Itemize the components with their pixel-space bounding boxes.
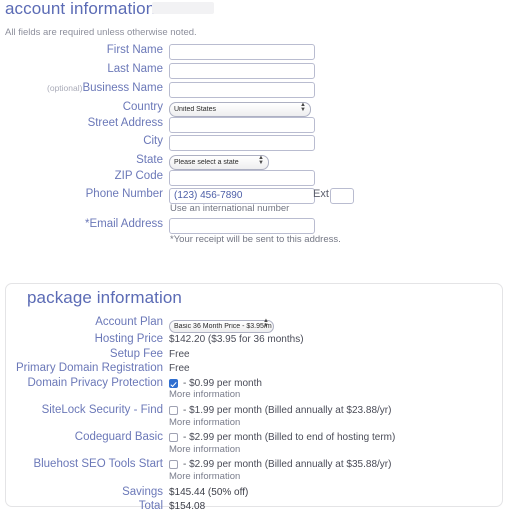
value-hosting-price: $142.20 ($3.95 for 36 months) (169, 334, 304, 345)
phone-international-hint[interactable]: Use an international number (170, 203, 289, 214)
package-row-sitelock-security: SiteLock Security - Find - $1.99 per mon… (0, 403, 512, 418)
field-row-city: City (0, 132, 512, 151)
field-wrap-city (169, 132, 315, 151)
field-wrap-email-address (169, 215, 315, 234)
package-row-savings: Savings $145.44 (50% off) (0, 485, 512, 500)
field-row-email-address: *Email Address (0, 215, 512, 234)
package-row-primary-domain-registration: Primary Domain Registration Free (0, 361, 512, 376)
value-primary-domain-registration: Free (169, 363, 190, 374)
optional-tag: (optional) (47, 83, 83, 93)
package-information-heading: package information (27, 288, 182, 307)
email-address-input[interactable] (169, 217, 315, 234)
label-sitelock-security: SiteLock Security - Find (41, 404, 163, 416)
zip-code-input[interactable] (169, 169, 315, 186)
heading-highlight-artifact (152, 2, 214, 14)
label-zip-code: ZIP Code (114, 170, 163, 182)
field-wrap-account-plan: Basic 36 Month Price - $3.95/mo. ▲ ▼ (169, 315, 274, 333)
label-primary-domain-registration: Primary Domain Registration (16, 362, 163, 374)
field-wrap-street-address (169, 114, 315, 133)
label-account-plan: Account Plan (95, 316, 163, 328)
bluehost-seo-tools-price: - $2.99 per month (Billed annually at $3… (183, 459, 392, 470)
more-information-link-sitelock[interactable]: More information (169, 417, 240, 428)
value-savings: $145.44 (50% off) (169, 487, 249, 498)
label-street-address: Street Address (87, 117, 163, 129)
more-information-link-codeguard[interactable]: More information (169, 444, 240, 455)
package-row-codeguard-basic: Codeguard Basic - $2.99 per month (Bille… (0, 430, 512, 445)
codeguard-basic-price: - $2.99 per month (Billed to end of host… (183, 432, 396, 443)
more-information-link-domain-privacy[interactable]: More information (169, 389, 240, 400)
email-receipt-hint: *Your receipt will be sent to this addre… (170, 234, 341, 245)
label-email-address: *Email Address (0, 215, 163, 233)
label-business-name: (optional)Business Name (0, 79, 163, 97)
label-hosting-price: Hosting Price (94, 333, 163, 345)
field-row-phone-number: Phone Number Ext (0, 185, 512, 204)
label-setup-fee: Setup Fee (109, 348, 163, 360)
package-row-account-plan: Account Plan Basic 36 Month Price - $3.9… (0, 315, 512, 333)
account-information-heading: account information (5, 0, 156, 18)
package-row-bluehost-seo-tools: Bluehost SEO Tools Start - $2.99 per mon… (0, 457, 512, 472)
sitelock-security-price: - $1.99 per month (Billed annually at $2… (183, 405, 392, 416)
label-savings: Savings (122, 486, 163, 498)
field-wrap-ext (330, 185, 354, 204)
label-last-name: Last Name (107, 63, 163, 75)
label-ext: Ext (313, 188, 329, 200)
last-name-input[interactable] (169, 62, 315, 79)
label-domain-privacy-protection: Domain Privacy Protection (27, 377, 164, 389)
required-fields-note: All fields are required unless otherwise… (5, 27, 197, 38)
street-address-input[interactable] (169, 116, 315, 133)
sitelock-security-checkbox[interactable] (169, 406, 178, 415)
package-row-domain-privacy-protection: Domain Privacy Protection - $0.99 per mo… (0, 376, 512, 391)
package-row-hosting-price: Hosting Price $142.20 ($3.95 for 36 mont… (0, 332, 512, 347)
ext-input[interactable] (330, 187, 354, 204)
field-row-last-name: Last Name (0, 60, 512, 79)
field-row-first-name: First Name (0, 41, 512, 60)
account-plan-select-wrap: Basic 36 Month Price - $3.95/mo. ▲ ▼ (169, 315, 274, 333)
field-row-zip-code: ZIP Code (0, 167, 512, 186)
package-row-total: Total $154.08 (0, 499, 512, 514)
field-wrap-zip-code (169, 167, 315, 186)
more-information-link-seo-tools[interactable]: More information (169, 471, 240, 482)
field-wrap-last-name (169, 60, 315, 79)
field-wrap-first-name (169, 41, 315, 60)
value-total: $154.08 (169, 501, 206, 512)
field-wrap-phone-number (169, 185, 315, 204)
value-setup-fee: Free (169, 349, 190, 360)
field-row-street-address: Street Address (0, 114, 512, 133)
bluehost-seo-tools-checkbox[interactable] (169, 460, 178, 469)
field-row-business-name: (optional)Business Name (0, 79, 512, 98)
package-row-setup-fee: Setup Fee Free (0, 347, 512, 362)
label-codeguard-basic: Codeguard Basic (74, 431, 163, 443)
label-business-name-text: Business Name (82, 82, 163, 94)
phone-number-input[interactable] (169, 187, 315, 204)
field-wrap-business-name (169, 79, 315, 98)
first-name-input[interactable] (169, 43, 315, 60)
business-name-input[interactable] (169, 81, 315, 98)
label-total: Total (138, 500, 163, 512)
codeguard-basic-checkbox[interactable] (169, 433, 178, 442)
city-input[interactable] (169, 134, 315, 151)
label-bluehost-seo-tools: Bluehost SEO Tools Start (33, 458, 163, 470)
domain-privacy-protection-checkbox[interactable] (169, 379, 178, 388)
label-email-address-text: Email Address (89, 218, 163, 230)
label-first-name: First Name (106, 44, 163, 56)
label-city: City (143, 135, 163, 147)
label-phone-number: Phone Number (85, 188, 163, 200)
